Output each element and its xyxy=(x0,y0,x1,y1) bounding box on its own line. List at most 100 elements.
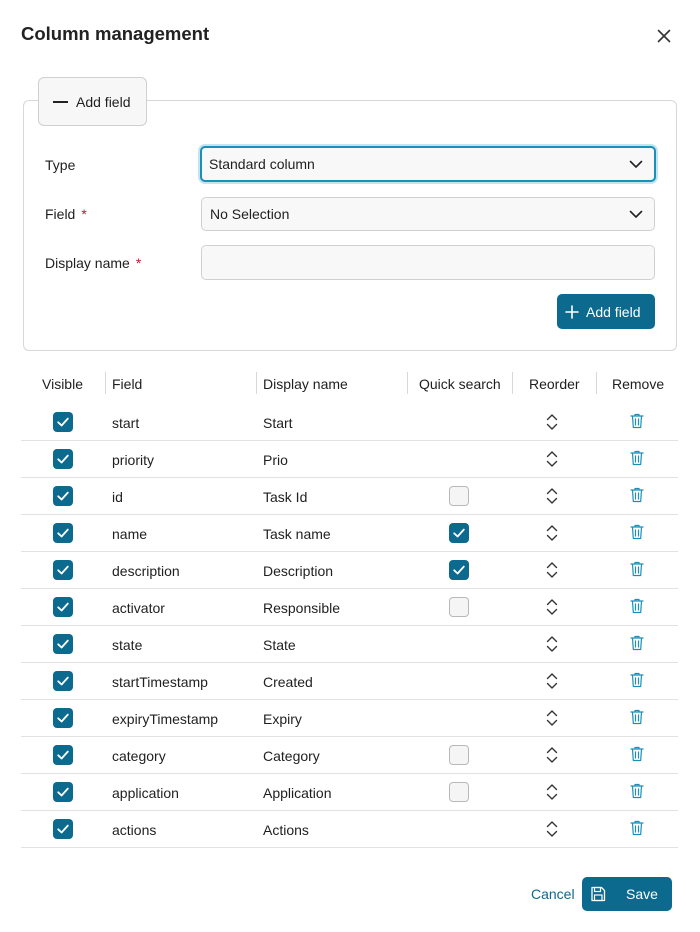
field-cell: category xyxy=(112,748,166,764)
add-field-button[interactable]: Add field xyxy=(557,294,655,329)
table-row: expiryTimestamp Expiry xyxy=(21,700,678,737)
type-select-value: Standard column xyxy=(209,156,315,172)
field-label: Field * xyxy=(45,206,87,222)
trash-icon[interactable] xyxy=(629,745,645,763)
quick-search-checkbox[interactable] xyxy=(449,560,469,580)
trash-icon[interactable] xyxy=(629,449,645,467)
display-name-cell: Expiry xyxy=(263,711,302,727)
table-row: startTimestamp Created xyxy=(21,663,678,700)
table-row: name Task name xyxy=(21,515,678,552)
reorder-handle-icon[interactable] xyxy=(544,820,560,838)
reorder-handle-icon[interactable] xyxy=(544,746,560,764)
table-row: id Task Id xyxy=(21,478,678,515)
reorder-handle-icon[interactable] xyxy=(544,413,560,431)
field-cell: state xyxy=(112,637,143,653)
visible-checkbox[interactable] xyxy=(53,671,73,691)
trash-icon[interactable] xyxy=(629,523,645,541)
save-button[interactable]: Save xyxy=(582,877,672,911)
reorder-handle-icon[interactable] xyxy=(544,524,560,542)
field-cell: start xyxy=(112,415,140,431)
trash-icon[interactable] xyxy=(629,412,645,430)
chevron-down-icon xyxy=(629,160,643,168)
reorder-handle-icon[interactable] xyxy=(544,487,560,505)
header-display-name: Display name xyxy=(263,376,348,392)
visible-checkbox[interactable] xyxy=(53,486,73,506)
visible-checkbox[interactable] xyxy=(53,597,73,617)
visible-checkbox[interactable] xyxy=(53,782,73,802)
plus-icon xyxy=(565,304,579,319)
quick-search-checkbox[interactable] xyxy=(449,597,469,617)
header-divider xyxy=(407,372,408,394)
save-icon xyxy=(591,886,606,902)
trash-icon[interactable] xyxy=(629,634,645,652)
quick-search-checkbox[interactable] xyxy=(449,782,469,802)
trash-icon[interactable] xyxy=(629,486,645,504)
trash-icon[interactable] xyxy=(629,708,645,726)
display-name-cell: Created xyxy=(263,674,313,690)
required-marker: * xyxy=(135,255,142,271)
field-cell: description xyxy=(112,563,180,579)
quick-search-checkbox[interactable] xyxy=(449,523,469,543)
cancel-button[interactable]: Cancel xyxy=(531,886,575,902)
display-name-cell: Task Id xyxy=(263,489,308,505)
visible-checkbox[interactable] xyxy=(53,745,73,765)
visible-checkbox[interactable] xyxy=(53,412,73,432)
display-name-cell: Actions xyxy=(263,822,309,838)
display-name-label: Display name * xyxy=(45,255,142,271)
table-row: description Description xyxy=(21,552,678,589)
header-field: Field xyxy=(112,376,143,392)
header-divider xyxy=(596,372,597,394)
header-visible: Visible xyxy=(42,376,83,392)
header-divider xyxy=(105,372,106,394)
collapse-add-field-button[interactable]: Add field xyxy=(38,77,147,126)
quick-search-checkbox[interactable] xyxy=(449,745,469,765)
reorder-handle-icon[interactable] xyxy=(544,672,560,690)
display-name-cell: Category xyxy=(263,748,320,764)
required-marker: * xyxy=(81,206,87,222)
reorder-handle-icon[interactable] xyxy=(544,709,560,727)
display-name-cell: Description xyxy=(263,563,334,579)
table-row: state State xyxy=(21,626,678,663)
visible-checkbox[interactable] xyxy=(53,708,73,728)
table-row: start Start xyxy=(21,404,678,441)
field-select[interactable]: No Selection xyxy=(201,197,655,231)
add-field-button-label: Add field xyxy=(586,303,641,320)
dialog-title: Column management xyxy=(21,23,210,44)
table-row: application Application xyxy=(21,774,678,811)
visible-checkbox[interactable] xyxy=(53,523,73,543)
reorder-handle-icon[interactable] xyxy=(544,450,560,468)
display-name-cell: Application xyxy=(263,785,332,801)
field-cell: id xyxy=(112,489,123,505)
visible-checkbox[interactable] xyxy=(53,819,73,839)
trash-icon[interactable] xyxy=(629,782,645,800)
chevron-down-icon xyxy=(629,210,643,218)
reorder-handle-icon[interactable] xyxy=(544,598,560,616)
display-name-cell: Prio xyxy=(263,452,288,468)
trash-icon[interactable] xyxy=(629,560,645,578)
table-row: priority Prio xyxy=(21,441,678,478)
trash-icon[interactable] xyxy=(629,671,645,689)
table-row: actions Actions xyxy=(21,811,678,848)
header-divider xyxy=(256,372,257,394)
display-name-cell: Responsible xyxy=(263,600,341,616)
reorder-handle-icon[interactable] xyxy=(544,635,560,653)
save-button-label: Save xyxy=(626,886,658,902)
display-name-input[interactable] xyxy=(201,245,655,280)
reorder-handle-icon[interactable] xyxy=(544,783,560,801)
visible-checkbox[interactable] xyxy=(53,560,73,580)
close-icon[interactable] xyxy=(652,24,676,48)
field-cell: application xyxy=(112,785,179,801)
table-row: category Category xyxy=(21,737,678,774)
reorder-handle-icon[interactable] xyxy=(544,561,560,579)
type-select[interactable]: Standard column xyxy=(200,146,656,182)
field-cell: activator xyxy=(112,600,165,616)
field-cell: actions xyxy=(112,822,157,838)
visible-checkbox[interactable] xyxy=(53,634,73,654)
collapse-add-field-label: Add field xyxy=(76,93,131,110)
visible-checkbox[interactable] xyxy=(53,449,73,469)
trash-icon[interactable] xyxy=(629,819,645,837)
quick-search-checkbox[interactable] xyxy=(449,486,469,506)
field-cell: name xyxy=(112,526,148,542)
header-divider xyxy=(512,372,513,394)
trash-icon[interactable] xyxy=(629,597,645,615)
